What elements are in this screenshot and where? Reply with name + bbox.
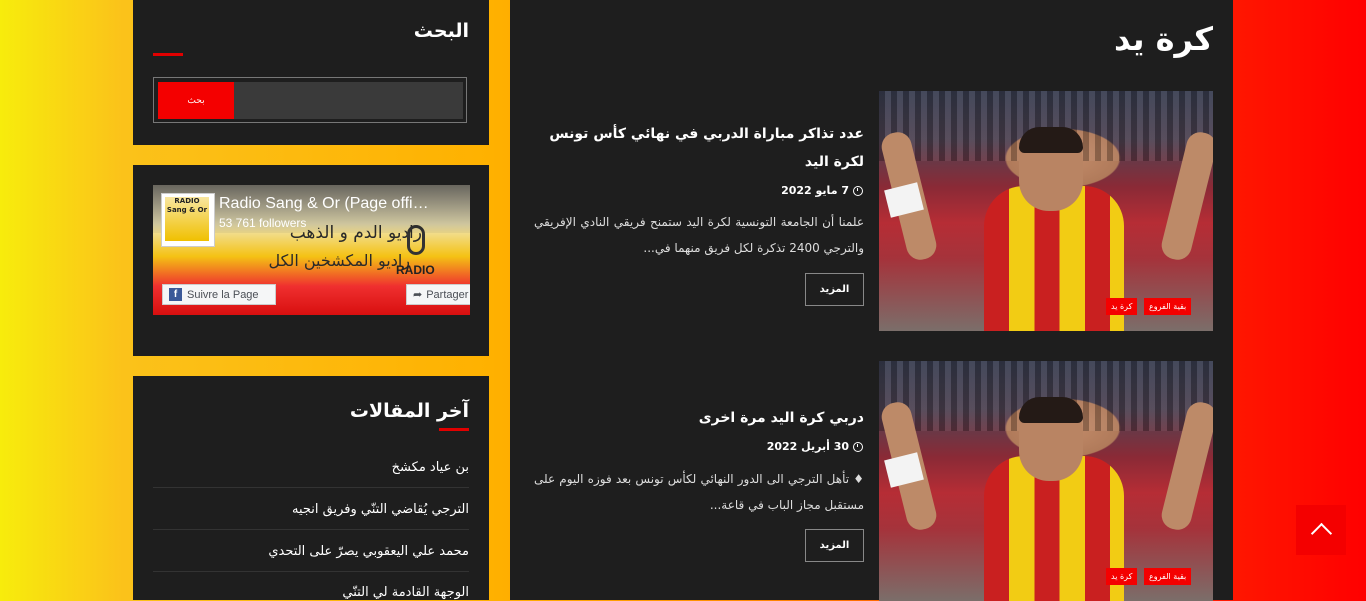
category-title: كرة يد <box>1113 20 1213 58</box>
facebook-icon: f <box>169 288 182 301</box>
page-logo[interactable]: RADIO Sang & Or <box>161 193 215 247</box>
divider <box>153 571 469 572</box>
image-figure <box>1019 127 1083 153</box>
post-thumbnail[interactable]: بقية الفروع كرة يد <box>879 361 1213 601</box>
tag-handball[interactable]: كرة يد <box>1106 568 1138 585</box>
follow-page-label: Suivre la Page <box>187 288 259 301</box>
post-excerpt: علمنا أن الجامعة التونسية لكرة اليد ستمن… <box>534 215 864 255</box>
chevron-up-icon <box>1310 522 1332 544</box>
cover-text-2: راديو المكشخين الكل <box>268 251 410 270</box>
divider <box>153 487 469 488</box>
search-input[interactable] <box>234 82 463 119</box>
back-to-top-button[interactable] <box>1296 505 1346 555</box>
facebook-page-card[interactable]: راديو الدم و الذهب راديو المكشخين الكل R… <box>153 185 470 315</box>
facebook-page-name[interactable]: Radio Sang & Or (Page offi… <box>219 195 429 213</box>
recent-post-link[interactable]: محمد علي اليعقوبي يصرّ على التحدي <box>268 544 469 559</box>
search-widget-title: البحث <box>413 20 469 42</box>
divider <box>153 529 469 530</box>
share-icon: ➦ <box>413 289 423 301</box>
post-title[interactable]: عدد تذاكر مباراة الدربي في نهائي كأس تون… <box>534 120 864 176</box>
facebook-followers: 53 761 followers <box>219 216 307 230</box>
post-thumbnail[interactable]: بقية الفروع كرة يد <box>879 91 1213 331</box>
post-date: 7 مايو 2022 <box>781 184 863 197</box>
cover-brand: RADIO <box>396 263 435 277</box>
title-underline <box>153 53 183 56</box>
share-button[interactable]: ➦ Partager <box>406 284 470 305</box>
read-more-button[interactable]: المزيد <box>805 273 864 306</box>
search-button[interactable]: بحث <box>158 82 234 119</box>
recent-posts-title: آخر المقالات <box>349 400 469 422</box>
search-form: بحث <box>153 77 467 123</box>
tag-other-sports[interactable]: بقية الفروع <box>1144 568 1192 585</box>
tag-other-sports[interactable]: بقية الفروع <box>1144 298 1192 315</box>
image-figure <box>1019 397 1083 423</box>
read-more-button[interactable]: المزيد <box>805 529 864 562</box>
clock-icon <box>853 441 863 452</box>
facebook-widget: راديو الدم و الذهب راديو المكشخين الكل R… <box>133 165 489 356</box>
follow-page-button[interactable]: f Suivre la Page <box>162 284 276 305</box>
post-excerpt: ♦ تأهل الترجي الى الدور النهائي لكأس تون… <box>534 472 864 512</box>
recent-posts-widget: آخر المقالات بن عياد مكشخ الترجي يُقاضي … <box>133 376 489 600</box>
post-date-text: 30 أبريل 2022 <box>766 440 849 453</box>
post-date-text: 7 مايو 2022 <box>781 184 849 197</box>
tag-handball[interactable]: كرة يد <box>1106 298 1138 315</box>
title-underline <box>439 428 469 431</box>
recent-post-link[interactable]: الترجي يُقاضي التنّي وفريق انجيه <box>292 502 469 517</box>
recent-post-link[interactable]: الوجهة القادمة لي التنّي <box>342 585 469 600</box>
page-logo-text: RADIO Sang & Or <box>165 197 209 241</box>
main-content: كرة يد بقية الفروع كرة يد عدد تذاكر مبار… <box>510 0 1233 601</box>
clock-icon <box>853 185 863 196</box>
share-label: Partager <box>426 288 469 301</box>
search-widget: البحث بحث <box>133 0 489 145</box>
recent-post-link[interactable]: بن عياد مكشخ <box>392 460 469 475</box>
post-title[interactable]: دربي كرة اليد مرة اخرى <box>534 404 864 432</box>
post-date: 30 أبريل 2022 <box>767 440 863 453</box>
